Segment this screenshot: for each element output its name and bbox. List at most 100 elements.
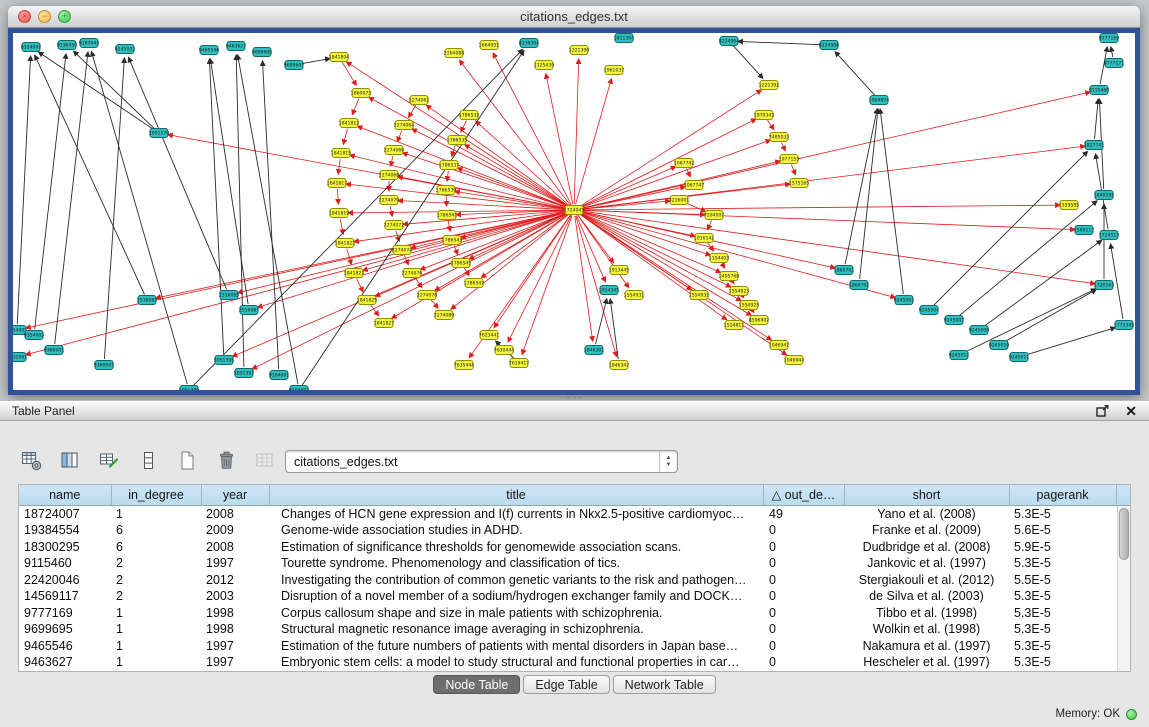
close-panel-button[interactable]: ✕ [1125, 404, 1137, 418]
column-header-year[interactable]: year [201, 485, 269, 505]
cell-year[interactable]: 2012 [201, 572, 269, 589]
graph-node[interactable]: 1786541 [437, 211, 458, 220]
cell-name[interactable]: 14569117 [19, 588, 111, 605]
graph-edge[interactable] [743, 296, 744, 298]
graph-edge[interactable] [546, 74, 573, 204]
graph-node[interactable]: 1786543 [442, 236, 463, 245]
graph-node[interactable]: 1559585 [1059, 201, 1080, 210]
graph-node[interactable]: 1964874 [869, 96, 890, 105]
graph-edge[interactable] [232, 212, 568, 356]
graph-node[interactable]: 1846342 [609, 361, 630, 370]
graph-node[interactable]: 2274080 [434, 311, 455, 320]
graph-node[interactable]: 1841823 [344, 269, 365, 278]
cell-short[interactable]: Nakamura et al. (1997) [844, 638, 1009, 655]
cell-title[interactable]: Estimation of the future numbers of pati… [269, 638, 763, 655]
cell-in_degree[interactable]: 1 [111, 638, 201, 655]
graph-node[interactable]: 1125439 [534, 61, 555, 70]
graph-node[interactable]: 9115460 [1089, 86, 1110, 95]
cell-title[interactable]: Corpus callosum shape and size in male p… [269, 605, 763, 622]
graph-edge[interactable] [782, 143, 786, 151]
graph-node[interactable]: 2516083 [137, 296, 158, 305]
graph-node[interactable]: 1067747 [684, 181, 705, 190]
graph-node[interactable]: 1786539 [436, 186, 457, 195]
column-header-short[interactable]: short [844, 485, 1009, 505]
cell-title[interactable]: Structural magnetic resonance image aver… [269, 621, 763, 638]
graph-edge[interactable] [431, 300, 438, 309]
graph-edge[interactable] [300, 59, 330, 64]
graph-edge[interactable] [390, 206, 392, 216]
graph-node[interactable]: 1832001 [13, 353, 27, 362]
graph-node[interactable]: 2274072 [384, 221, 405, 230]
cell-pagerank[interactable]: 5.3E-5 [1009, 588, 1116, 605]
graph-edge[interactable] [129, 57, 227, 289]
graph-node[interactable]: 1720163 [1094, 281, 1115, 290]
graph-node[interactable]: 7204007 [704, 211, 725, 220]
create-table-button[interactable] [172, 445, 202, 475]
graph-node[interactable]: 1786537 [439, 161, 460, 170]
graph-node[interactable]: 1840295 [1094, 191, 1115, 200]
column-header-in_degree[interactable]: in_degree [111, 485, 201, 505]
graph-node[interactable]: 1773345 [1114, 321, 1135, 330]
table-row[interactable]: 977716911998Corpus callosum shape and si… [19, 605, 1130, 622]
graph-edge[interactable] [263, 61, 279, 369]
graph-edge[interactable] [238, 55, 298, 384]
graph-node[interactable]: 9360001 [44, 346, 65, 355]
graph-node[interactable]: 8139304 [519, 39, 540, 48]
graph-edge[interactable] [767, 120, 774, 130]
graph-edge[interactable] [236, 55, 244, 367]
graph-node[interactable]: 9699697 [284, 61, 305, 70]
cell-year[interactable]: 2009 [201, 522, 269, 539]
cell-title[interactable]: Tourette syndrome. Phenomenology and cla… [269, 555, 763, 572]
graph-edge[interactable] [412, 129, 569, 207]
cell-year[interactable]: 1998 [201, 621, 269, 638]
cell-year[interactable]: 1997 [201, 654, 269, 671]
cell-name[interactable]: 9115460 [19, 555, 111, 572]
graph-node[interactable]: 2274074 [392, 246, 413, 255]
cell-out_de[interactable]: 0 [763, 572, 844, 589]
graph-edge[interactable] [35, 55, 145, 294]
graph-edge[interactable] [465, 145, 569, 207]
cell-in_degree[interactable]: 1 [111, 654, 201, 671]
cell-name[interactable]: 9699695 [19, 621, 111, 638]
graph-node[interactable]: 1841804 [329, 53, 350, 62]
graph-node[interactable]: 7619417 [509, 359, 530, 368]
graph-node[interactable]: 1914345 [599, 286, 620, 295]
graph-edge[interactable] [579, 90, 761, 207]
table-row[interactable]: 911546021997Tourette syndrome. Phenomeno… [19, 555, 1130, 572]
graph-edge[interactable] [579, 119, 756, 207]
graph-node[interactable]: 1786533 [459, 111, 480, 120]
cell-name[interactable]: 22420046 [19, 572, 111, 589]
cell-pagerank[interactable]: 5.3E-5 [1009, 605, 1116, 622]
cell-name[interactable]: 9463627 [19, 654, 111, 671]
graph-edge[interactable] [880, 109, 903, 294]
graph-node[interactable]: 1221390 [569, 46, 590, 55]
graph-node[interactable]: 1554923 [729, 287, 750, 296]
column-header-name[interactable]: name [19, 485, 111, 505]
graph-edge[interactable] [708, 221, 712, 230]
graph-node[interactable]: 1554925 [739, 301, 760, 310]
graph-node[interactable]: 7635444 [454, 361, 475, 370]
tab-edge-table[interactable]: Edge Table [523, 675, 609, 694]
graph-edge[interactable] [610, 299, 618, 359]
scrollbar-thumb[interactable] [1119, 508, 1129, 560]
cell-out_de[interactable]: 0 [763, 654, 844, 671]
graph-node[interactable]: 8224904 [719, 37, 740, 46]
graph-node[interactable]: 1841819 [329, 209, 350, 218]
graph-node[interactable]: 9699695 [252, 48, 273, 57]
graph-node[interactable]: 9465546 [199, 46, 220, 55]
cell-out_de[interactable]: 0 [763, 605, 844, 622]
graph-edge[interactable] [209, 59, 223, 354]
graph-node[interactable]: 2264088 [444, 49, 465, 58]
graph-node[interactable]: 2274066 [384, 146, 405, 155]
graph-node[interactable]: 1221392 [759, 81, 780, 90]
graph-edge[interactable] [404, 256, 408, 265]
cell-pagerank[interactable]: 5.3E-5 [1009, 654, 1116, 671]
graph-node[interactable]: 5051395 [214, 356, 235, 365]
graph-node[interactable]: 2274068 [379, 171, 400, 180]
show-columns-button[interactable] [55, 445, 85, 475]
graph-edge[interactable] [752, 310, 754, 313]
graph-node[interactable]: 1979343 [754, 111, 775, 120]
cell-in_degree[interactable]: 6 [111, 539, 201, 556]
graph-edge[interactable] [580, 205, 1060, 210]
graph-edge[interactable] [337, 189, 338, 204]
